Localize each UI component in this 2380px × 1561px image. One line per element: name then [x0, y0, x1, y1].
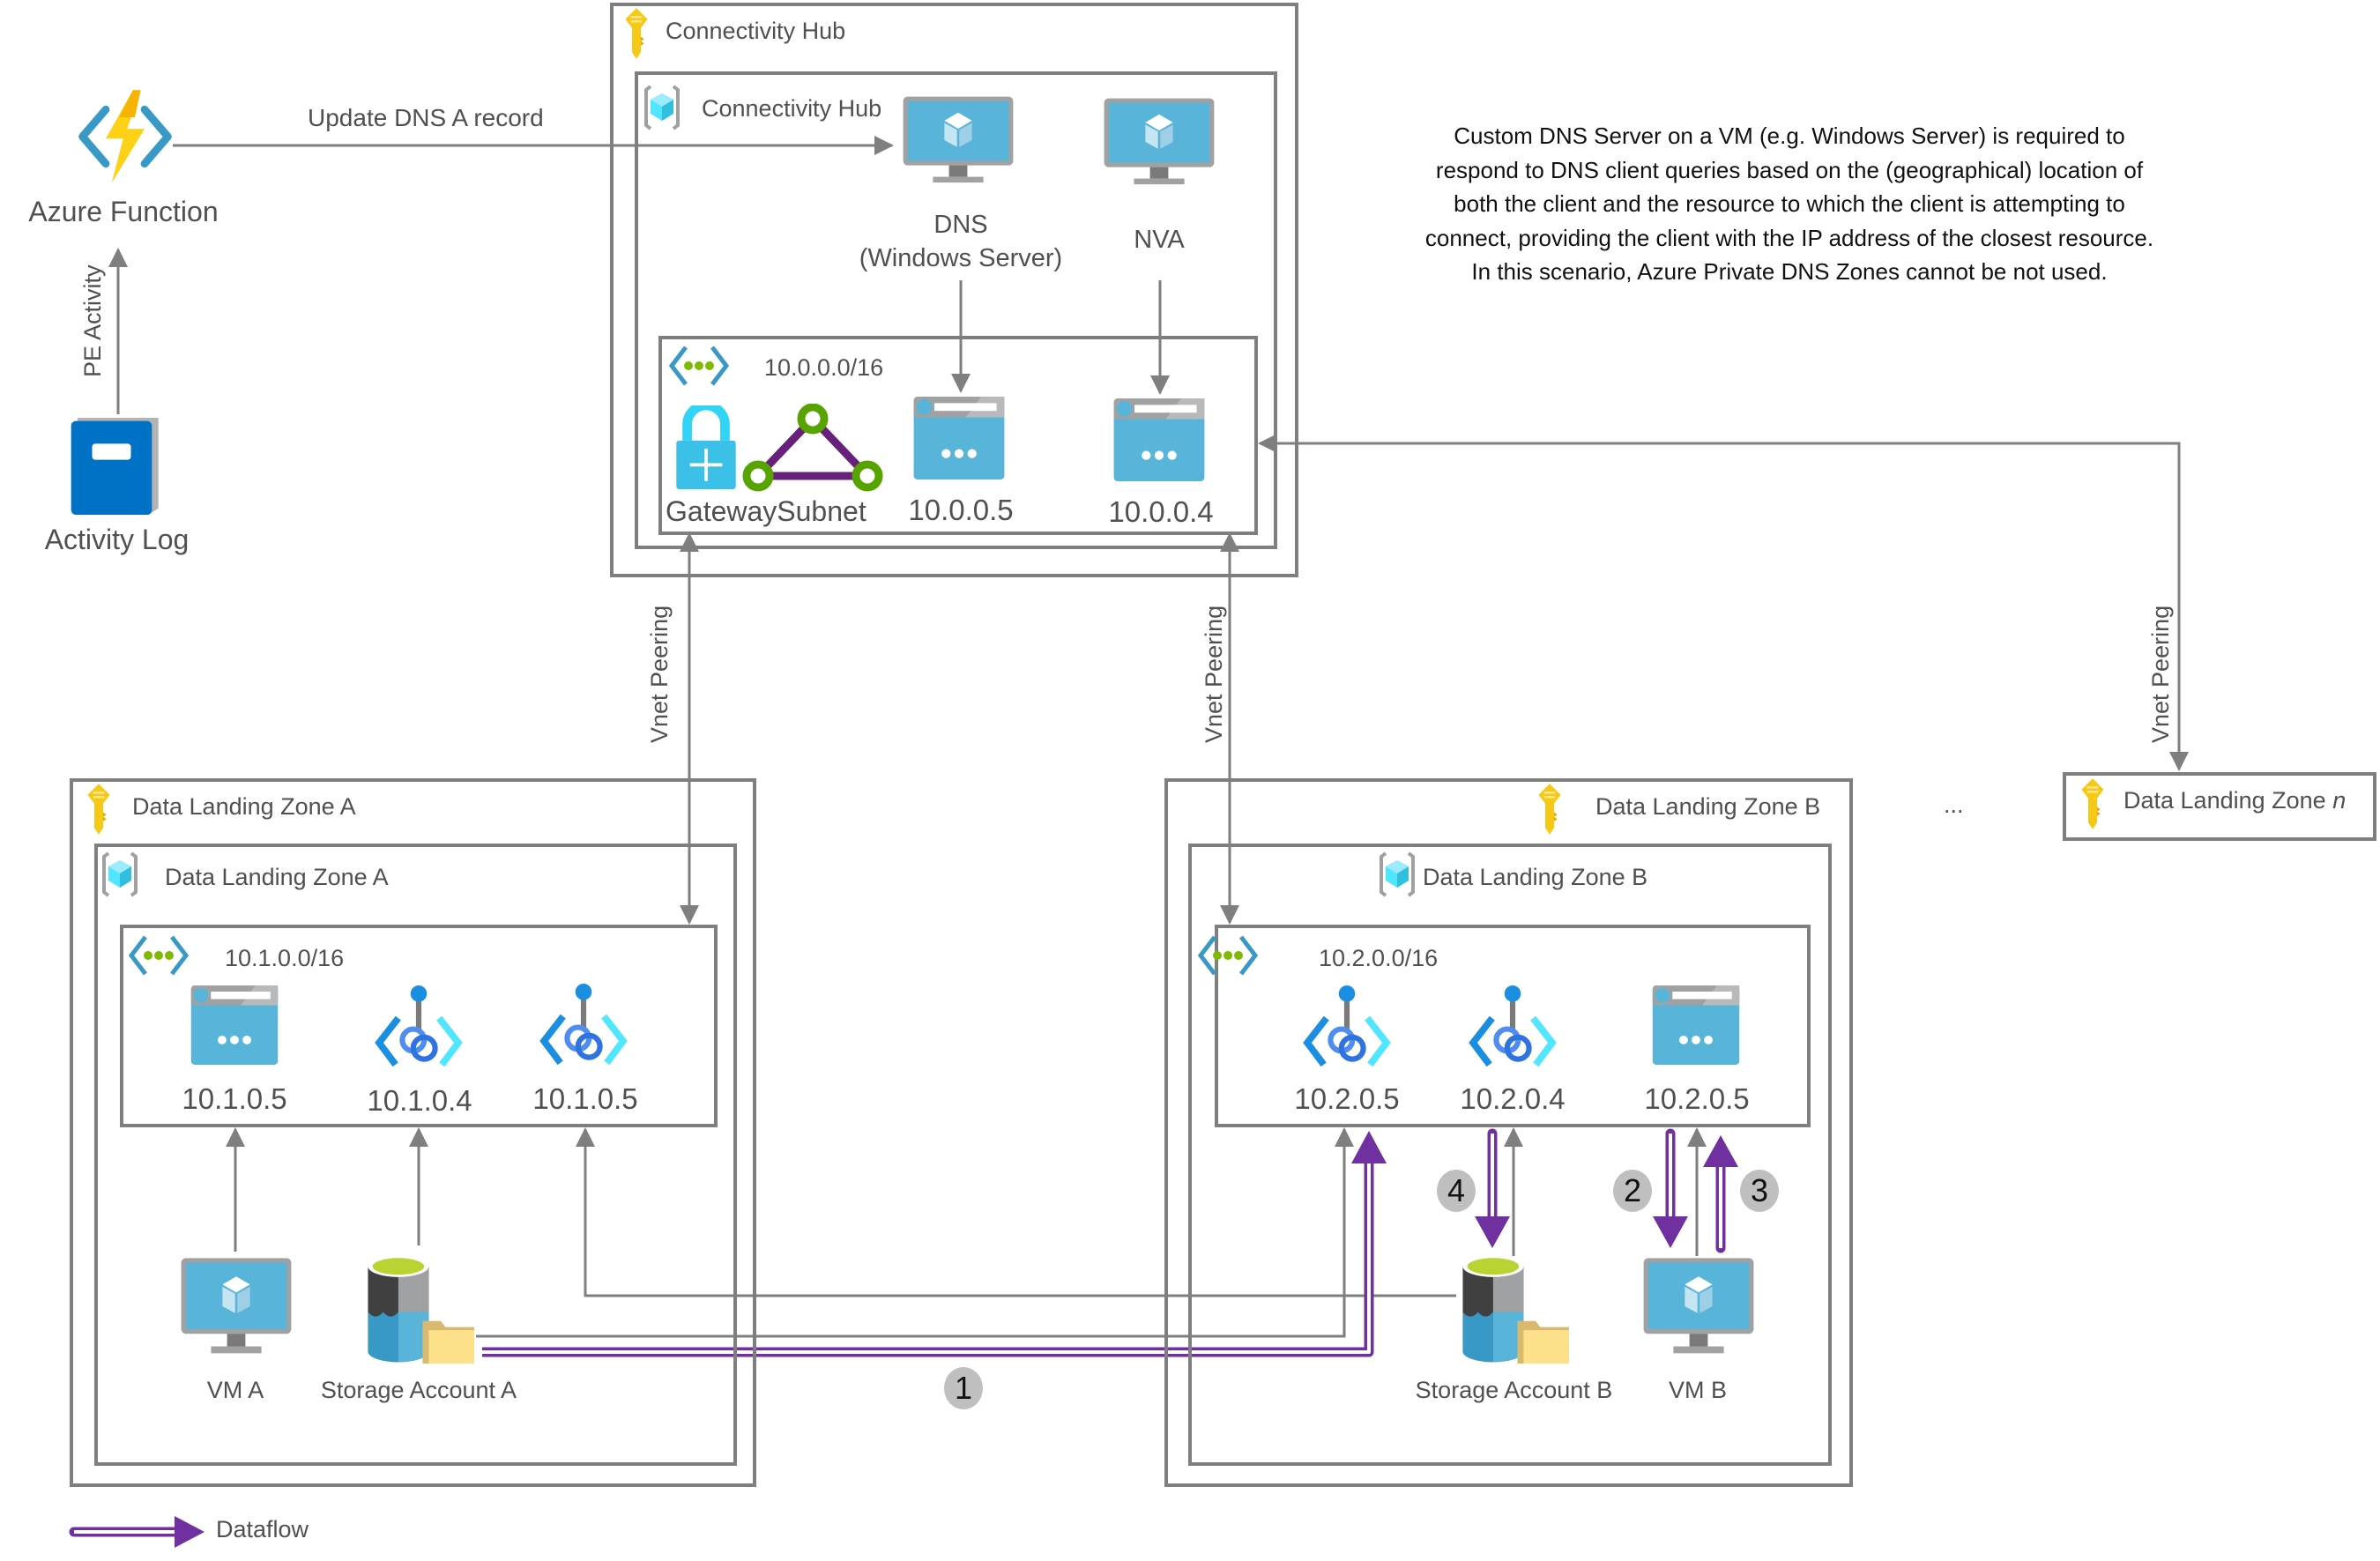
private-endpoint-icon [1469, 985, 1557, 1067]
azure-function-label: Azure Function [28, 196, 219, 227]
pe-activity-label: PE Activity [79, 264, 106, 377]
key-icon [2081, 778, 2104, 829]
note-line: respond to DNS client queries based on t… [1435, 156, 2144, 183]
nic-icon [1652, 985, 1740, 1065]
nva-vm-icon[interactable] [1102, 96, 1216, 188]
storage-account-a-icon[interactable] [361, 1254, 478, 1364]
vnet-icon [668, 346, 730, 386]
step-badge-4: 4 [1437, 1170, 1476, 1212]
zone-a-vnet-cidr: 10.1.0.0/16 [225, 945, 345, 971]
private-endpoint-icon [375, 985, 463, 1067]
gateway-subnet-label: GatewaySubnet [666, 495, 866, 527]
dns-requirement-note: Custom DNS Server on a VM (e.g. Windows … [1357, 119, 2221, 289]
legend-dataflow-label: Dataflow [216, 1516, 309, 1542]
update-dns-label: Update DNS A record [308, 104, 544, 131]
key-icon [625, 8, 648, 59]
note-line: both the client and the resource to whic… [1454, 190, 2125, 217]
note-line: Custom DNS Server on a VM (e.g. Windows … [1454, 123, 2125, 149]
vnet-icon [128, 935, 190, 976]
storage-account-b-icon[interactable] [1456, 1254, 1573, 1364]
storage-account-a-label: Storage Account A [320, 1377, 517, 1403]
hub-subscription-label: Connectivity Hub [666, 18, 846, 44]
nic-icon [913, 397, 1005, 479]
dns-label-line-1: DNS [933, 211, 988, 239]
dns-label-line-2: (Windows Server) [859, 244, 1063, 272]
nic-icon [1113, 398, 1205, 481]
resource-group-icon [1380, 851, 1415, 897]
legend-dataflow-arrow [69, 1516, 205, 1548]
hub-dns-nic-ip: 10.0.0.5 [908, 494, 1014, 526]
zone-a-resource-group-label: Data Landing Zone A [165, 864, 389, 890]
zone-a-nic-ip: 10.1.0.5 [182, 1082, 287, 1115]
azure-function-node[interactable]: Azure Function [28, 88, 219, 227]
step-badge-3: 3 [1740, 1170, 1779, 1212]
zone-n-prefix: Data Landing Zone [2123, 787, 2333, 814]
vm-a-label: VM A [206, 1377, 264, 1403]
private-endpoint-icon [539, 984, 628, 1066]
route-triangle-icon [742, 404, 883, 492]
zone-a-pe-2-ip: 10.1.0.5 [532, 1082, 638, 1115]
vm-b-icon[interactable] [1641, 1255, 1756, 1357]
step-badge-1: 1 [944, 1367, 983, 1409]
hub-nva-nic-ip: 10.0.0.4 [1108, 495, 1214, 528]
zone-b-resource-group-label: Data Landing Zone B [1423, 864, 1648, 890]
connector-peering-n [1261, 442, 2189, 771]
vnet-icon [1197, 935, 1259, 976]
nva-label: NVA [1134, 226, 1185, 254]
zone-b-nic-ip: 10.2.0.5 [1644, 1082, 1750, 1115]
zone-a-pe-1-ip: 10.1.0.4 [367, 1084, 472, 1117]
key-icon [1538, 784, 1561, 835]
nic-icon [190, 985, 279, 1065]
zone-n-suffix: n [2332, 787, 2347, 814]
step-badge-2: 2 [1613, 1170, 1652, 1212]
activity-log-label: Activity Log [44, 524, 190, 555]
activity-log-node[interactable]: Activity Log [35, 414, 212, 573]
hub-resource-group-label: Connectivity Hub [702, 95, 882, 122]
dns-vm-icon[interactable] [901, 94, 1015, 186]
peering-label-b: Vnet Peering [1201, 605, 1227, 743]
zone-b-vnet-cidr: 10.2.0.0/16 [1319, 945, 1439, 971]
zone-a-subscription-label: Data Landing Zone A [132, 793, 356, 820]
vm-b-label: VM B [1668, 1377, 1727, 1403]
private-endpoint-icon [1303, 985, 1391, 1067]
zone-n-label: Data Landing Zone n [2123, 787, 2346, 814]
key-icon [87, 784, 110, 835]
note-line: In this scenario, Azure Private DNS Zone… [1471, 258, 2108, 285]
activity-log-icon [71, 418, 159, 515]
note-line: connect, providing the client with the I… [1424, 224, 2154, 251]
peering-label-a: Vnet Peering [646, 605, 673, 743]
vpn-gateway-icon [676, 405, 736, 489]
hub-vnet-cidr: 10.0.0.0/16 [764, 354, 884, 381]
resource-group-icon [644, 85, 680, 130]
vm-a-icon[interactable] [179, 1255, 294, 1357]
more-zones-ellipsis: ... [1944, 792, 1964, 818]
zone-b-subscription-label: Data Landing Zone B [1595, 793, 1821, 820]
zone-b-pe-1-ip: 10.2.0.5 [1294, 1082, 1400, 1115]
azure-function-icon [78, 90, 172, 183]
peering-label-n: Vnet Peering [2147, 605, 2174, 743]
dns-label: DNS (Windows Server) [837, 208, 1084, 275]
zone-b-pe-2-ip: 10.2.0.4 [1460, 1082, 1566, 1115]
resource-group-icon [102, 851, 138, 897]
storage-account-b-label: Storage Account B [1415, 1377, 1613, 1403]
